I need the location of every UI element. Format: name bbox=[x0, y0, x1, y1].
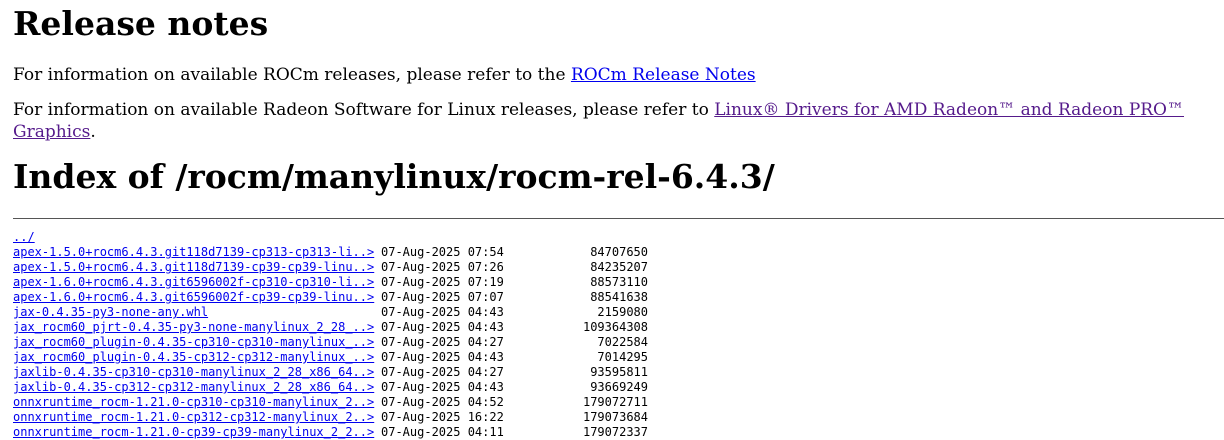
file-name-cell: jax_rocm60_pjrt-0.4.35-py3-none-manylinu… bbox=[13, 320, 381, 335]
file-row: jaxlib-0.4.35-cp312-cp312-manylinux_2_28… bbox=[13, 380, 1224, 395]
file-date: 07-Aug-2025 04:52 bbox=[381, 395, 504, 409]
divider bbox=[13, 218, 1224, 219]
file-size: 84707650 bbox=[590, 245, 648, 259]
radeon-info-paragraph: For information on available Radeon Soft… bbox=[13, 99, 1224, 143]
file-link[interactable]: apex-1.6.0+rocm6.4.3.git6596002f-cp310-c… bbox=[13, 275, 374, 289]
file-link[interactable]: jax_rocm60_pjrt-0.4.35-py3-none-manylinu… bbox=[13, 320, 374, 334]
file-date: 07-Aug-2025 04:43 bbox=[381, 305, 504, 319]
file-link[interactable]: onnxruntime_rocm-1.21.0-cp312-cp312-many… bbox=[13, 410, 374, 424]
file-row: apex-1.5.0+rocm6.4.3.git118d7139-cp313-c… bbox=[13, 245, 1224, 260]
index-heading: Index of /rocm/manylinux/rocm-rel-6.4.3/ bbox=[13, 157, 775, 196]
file-row: onnxruntime_rocm-1.21.0-cp310-cp310-many… bbox=[13, 395, 1224, 410]
file-link[interactable]: jaxlib-0.4.35-cp310-cp310-manylinux_2_28… bbox=[13, 365, 374, 379]
rocm-info-paragraph: For information on available ROCm releas… bbox=[13, 64, 1224, 86]
file-listing: ../apex-1.5.0+rocm6.4.3.git118d7139-cp31… bbox=[13, 230, 1224, 440]
file-date: 07-Aug-2025 07:26 bbox=[381, 260, 504, 274]
file-row: apex-1.6.0+rocm6.4.3.git6596002f-cp39-cp… bbox=[13, 290, 1224, 305]
file-row: apex-1.5.0+rocm6.4.3.git118d7139-cp39-cp… bbox=[13, 260, 1224, 275]
file-link[interactable]: onnxruntime_rocm-1.21.0-cp39-cp39-manyli… bbox=[13, 425, 374, 439]
file-name-cell: apex-1.5.0+rocm6.4.3.git118d7139-cp39-cp… bbox=[13, 260, 381, 275]
file-name-cell: apex-1.5.0+rocm6.4.3.git118d7139-cp313-c… bbox=[13, 245, 381, 260]
file-date: 07-Aug-2025 04:27 bbox=[381, 365, 504, 379]
file-date: 07-Aug-2025 07:54 bbox=[381, 245, 504, 259]
file-row: jax_rocm60_plugin-0.4.35-cp312-cp312-man… bbox=[13, 350, 1224, 365]
file-date: 07-Aug-2025 07:07 bbox=[381, 290, 504, 304]
file-row: onnxruntime_rocm-1.21.0-cp312-cp312-many… bbox=[13, 410, 1224, 425]
file-name-cell: jax_rocm60_plugin-0.4.35-cp310-cp310-man… bbox=[13, 335, 381, 350]
release-notes-heading: Release notes bbox=[13, 4, 269, 43]
file-link[interactable]: jaxlib-0.4.35-cp312-cp312-manylinux_2_28… bbox=[13, 380, 374, 394]
file-size: 2159080 bbox=[597, 305, 648, 319]
file-name-cell: apex-1.6.0+rocm6.4.3.git6596002f-cp310-c… bbox=[13, 275, 381, 290]
file-row: jax-0.4.35-py3-none-any.whl 07-Aug-2025 0… bbox=[13, 305, 1224, 320]
file-name-cell: onnxruntime_rocm-1.21.0-cp310-cp310-many… bbox=[13, 395, 381, 410]
file-link[interactable]: onnxruntime_rocm-1.21.0-cp310-cp310-many… bbox=[13, 395, 374, 409]
file-row: apex-1.6.0+rocm6.4.3.git6596002f-cp310-c… bbox=[13, 275, 1224, 290]
file-row: jax_rocm60_pjrt-0.4.35-py3-none-manylinu… bbox=[13, 320, 1224, 335]
file-date: 07-Aug-2025 04:43 bbox=[381, 380, 504, 394]
file-name-cell: apex-1.6.0+rocm6.4.3.git6596002f-cp39-cp… bbox=[13, 290, 381, 305]
file-link[interactable]: apex-1.5.0+rocm6.4.3.git118d7139-cp313-c… bbox=[13, 245, 374, 259]
parent-directory-link[interactable]: ../ bbox=[13, 230, 35, 244]
radeon-info-text: For information on available Radeon Soft… bbox=[13, 100, 715, 120]
file-link[interactable]: jax_rocm60_plugin-0.4.35-cp310-cp310-man… bbox=[13, 335, 374, 349]
file-row: jax_rocm60_plugin-0.4.35-cp310-cp310-man… bbox=[13, 335, 1224, 350]
file-name-cell: jax-0.4.35-py3-none-any.whl bbox=[13, 305, 381, 320]
rocm-info-text: For information on available ROCm releas… bbox=[13, 65, 571, 85]
file-size: 93669249 bbox=[590, 380, 648, 394]
file-size: 88573110 bbox=[590, 275, 648, 289]
file-link[interactable]: apex-1.5.0+rocm6.4.3.git118d7139-cp39-cp… bbox=[13, 260, 374, 274]
file-size: 93595811 bbox=[590, 365, 648, 379]
file-name-cell: onnxruntime_rocm-1.21.0-cp39-cp39-manyli… bbox=[13, 425, 381, 440]
file-link[interactable]: jax_rocm60_plugin-0.4.35-cp312-cp312-man… bbox=[13, 350, 374, 364]
parent-row: ../ bbox=[13, 230, 1224, 245]
file-size: 179072711 bbox=[582, 395, 648, 409]
file-row: onnxruntime_rocm-1.21.0-cp39-cp39-manyli… bbox=[13, 425, 1224, 440]
rocm-release-notes-link[interactable]: ROCm Release Notes bbox=[571, 65, 756, 85]
file-size: 84235207 bbox=[590, 260, 648, 274]
file-size: 179073684 bbox=[582, 410, 648, 424]
radeon-info-suffix: . bbox=[90, 122, 96, 142]
file-name-cell: jaxlib-0.4.35-cp312-cp312-manylinux_2_28… bbox=[13, 380, 381, 395]
file-date: 07-Aug-2025 04:43 bbox=[381, 320, 504, 334]
file-size: 7022584 bbox=[597, 335, 648, 349]
file-size: 7014295 bbox=[597, 350, 648, 364]
file-date: 07-Aug-2025 16:22 bbox=[381, 410, 504, 424]
file-date: 07-Aug-2025 04:27 bbox=[381, 335, 504, 349]
file-name-cell: jaxlib-0.4.35-cp310-cp310-manylinux_2_28… bbox=[13, 365, 381, 380]
file-name-cell: onnxruntime_rocm-1.21.0-cp312-cp312-many… bbox=[13, 410, 381, 425]
file-name-cell: jax_rocm60_plugin-0.4.35-cp312-cp312-man… bbox=[13, 350, 381, 365]
file-date: 07-Aug-2025 07:19 bbox=[381, 275, 504, 289]
file-size: 109364308 bbox=[582, 320, 648, 334]
file-date: 07-Aug-2025 04:11 bbox=[381, 425, 504, 439]
file-link[interactable]: jax-0.4.35-py3-none-any.whl bbox=[13, 305, 208, 319]
page: Release notes For information on availab… bbox=[0, 4, 1224, 440]
file-date: 07-Aug-2025 04:43 bbox=[381, 350, 504, 364]
file-size: 179072337 bbox=[582, 425, 648, 439]
file-row: jaxlib-0.4.35-cp310-cp310-manylinux_2_28… bbox=[13, 365, 1224, 380]
file-link[interactable]: apex-1.6.0+rocm6.4.3.git6596002f-cp39-cp… bbox=[13, 290, 374, 304]
file-size: 88541638 bbox=[590, 290, 648, 304]
